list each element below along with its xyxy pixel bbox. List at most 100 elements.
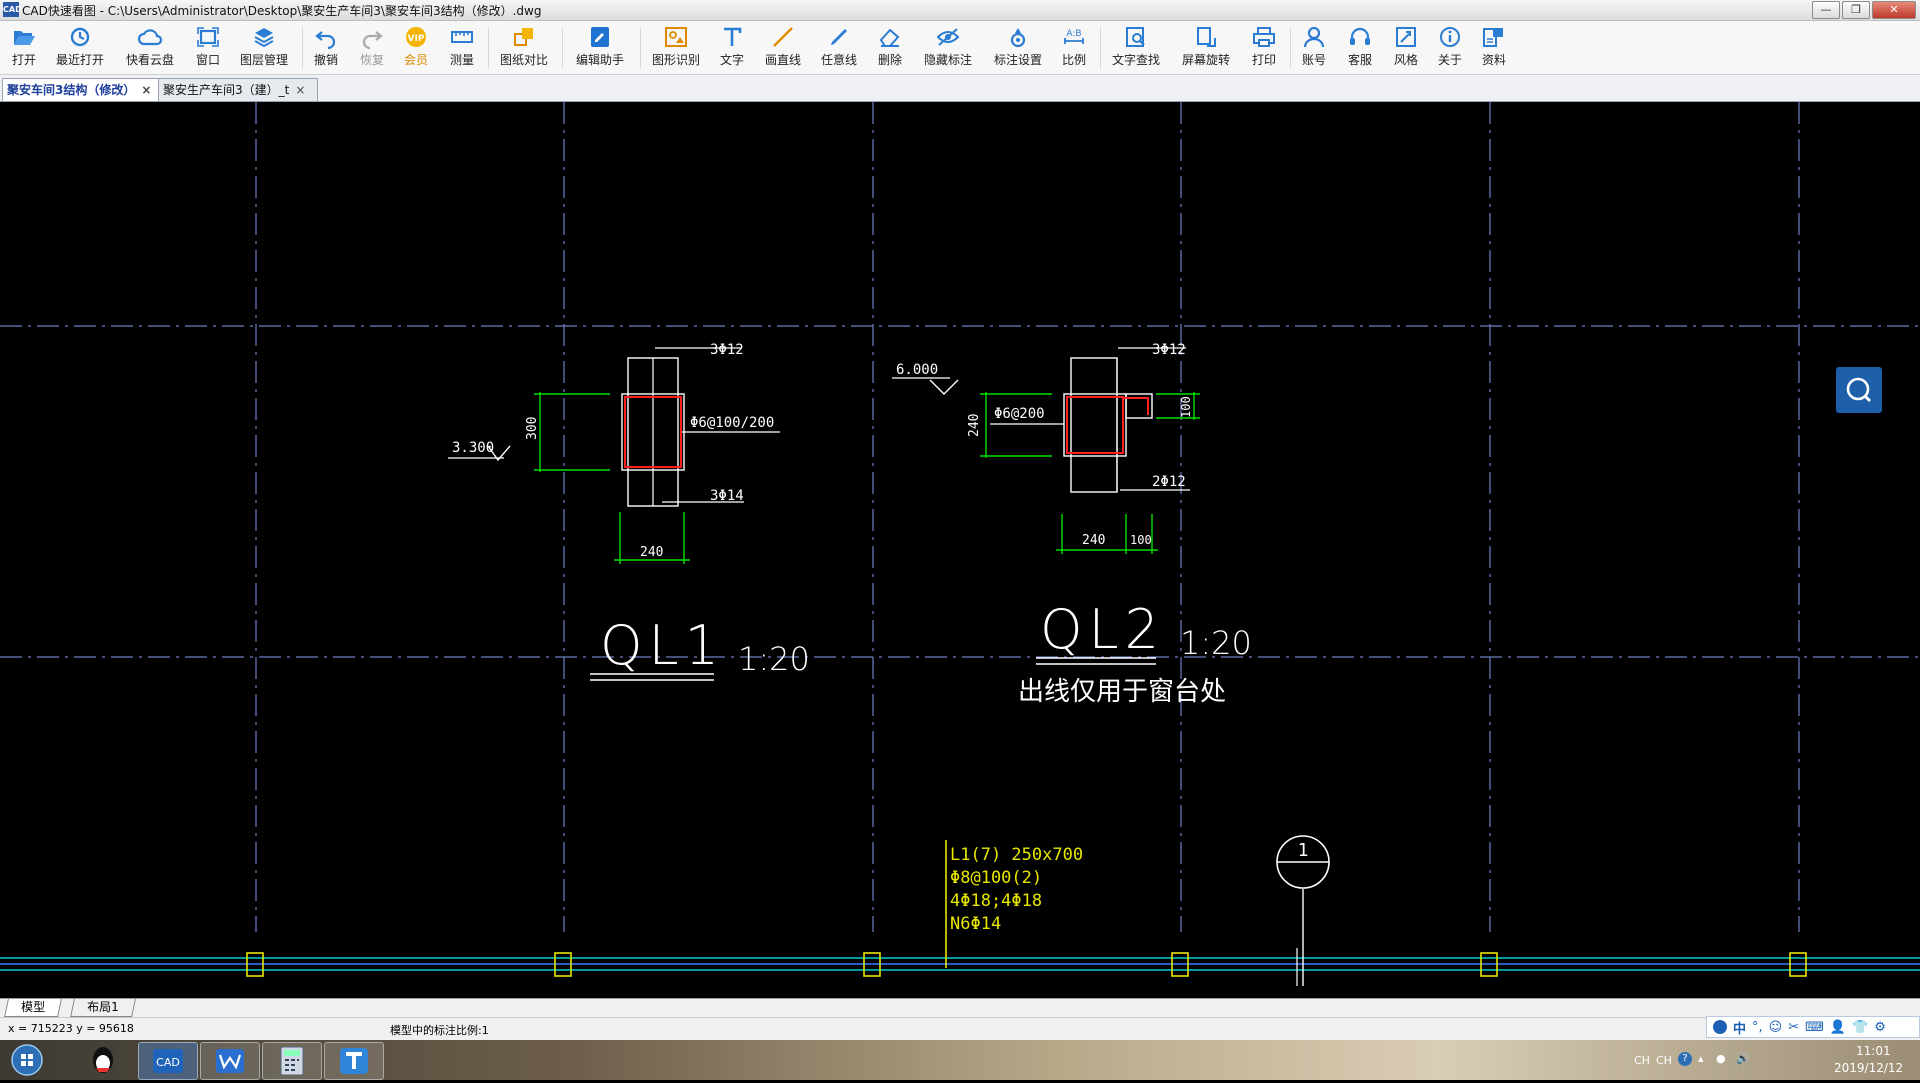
style-button[interactable]: 风格 xyxy=(1390,25,1422,71)
ime-skin-icon[interactable]: 👕 xyxy=(1852,1020,1868,1035)
beam-label-line: L1(7) 250x700 xyxy=(950,845,1083,865)
vip-icon: VIP xyxy=(406,27,426,47)
minimize-button[interactable]: — xyxy=(1812,1,1840,19)
delete-button[interactable]: 删除 xyxy=(874,25,906,71)
info-icon xyxy=(1440,27,1460,47)
axis-bubble-label: 1 xyxy=(1298,840,1309,861)
ime-chinese-mode[interactable]: 中 xyxy=(1733,1018,1746,1037)
shape-recognition-button[interactable]: 图形识别 xyxy=(648,25,704,71)
drawing-compare-button[interactable]: 图纸对比 xyxy=(496,25,552,71)
clock-time[interactable]: 11:01 xyxy=(1856,1044,1891,1058)
toolbar-separator xyxy=(640,27,641,69)
ime-punctuation-icon[interactable]: °, xyxy=(1752,1020,1763,1035)
help-icon[interactable]: ? xyxy=(1678,1052,1692,1066)
vip-button[interactable]: VIP 会员 xyxy=(400,25,432,71)
chevron-up-icon[interactable]: ▴ xyxy=(1698,1052,1704,1065)
draw-line-button[interactable]: 画直线 xyxy=(762,25,804,71)
rotate-screen-button[interactable]: 屏幕旋转 xyxy=(1178,25,1234,71)
tab-model[interactable]: 模型 xyxy=(4,999,62,1017)
app-logo-icon: CAD xyxy=(3,2,22,17)
beam-callout: L1(7) 250x700 Φ8@100(2) 4Φ18;4Φ18 N6Φ14 xyxy=(945,840,1083,968)
print-button[interactable]: 打印 xyxy=(1248,25,1280,71)
lang-indicator[interactable]: CH xyxy=(1656,1054,1672,1067)
redo-icon xyxy=(362,31,383,49)
close-button[interactable]: ✕ xyxy=(1872,1,1916,19)
tab-close-icon[interactable]: × xyxy=(141,83,151,97)
cursor-coordinates: x = 715223 y = 95618 xyxy=(8,1022,134,1035)
customer-service-button[interactable]: 客服 xyxy=(1344,25,1376,71)
ql1-top-rebar-label: 3Φ12 xyxy=(710,342,744,358)
toolbar-separator xyxy=(562,27,563,69)
ql2-ledge-width-dim: 100 xyxy=(1130,533,1152,547)
zoom-search-button[interactable] xyxy=(1836,367,1882,413)
ime-keyboard-icon[interactable]: ⌨ xyxy=(1805,1020,1824,1035)
tab-close-icon[interactable]: × xyxy=(295,83,305,97)
hide-annotation-icon xyxy=(936,28,960,46)
clock-date[interactable]: 2019/12/12 xyxy=(1834,1061,1903,1075)
taskbar-wps[interactable] xyxy=(200,1042,260,1080)
folder-open-icon xyxy=(14,31,35,45)
layers-icon xyxy=(254,28,274,48)
taskbar-calculator[interactable] xyxy=(262,1042,322,1080)
taskbar-qq[interactable] xyxy=(78,1042,128,1078)
cad-app-icon: CAD xyxy=(153,1049,183,1073)
library-button[interactable]: 资料 xyxy=(1478,25,1510,71)
ime-settings-icon[interactable]: ⚙ xyxy=(1874,1020,1886,1035)
window-button[interactable]: 窗口 xyxy=(192,25,224,71)
window-icon xyxy=(197,27,219,47)
qq-tray-icon[interactable]: ● xyxy=(1716,1052,1726,1065)
hide-annotation-button[interactable]: 隐藏标注 xyxy=(920,25,976,71)
measure-button[interactable]: 测量 xyxy=(446,25,478,71)
scale-button[interactable]: A:B 比例 xyxy=(1058,25,1090,71)
printer-icon xyxy=(1253,27,1275,47)
drawing-canvas[interactable]: 3Φ12 Φ6@100/200 3Φ14 3.300 300 240 QL1 1… xyxy=(0,102,1920,998)
tab-document[interactable]: 聚安生产车间3（建）_t × xyxy=(158,78,318,101)
tab-layout1[interactable]: 布局1 xyxy=(70,999,136,1017)
ime-user-icon[interactable]: 👤 xyxy=(1830,1020,1846,1035)
taskbar-tool[interactable] xyxy=(324,1042,384,1080)
layer-manager-button[interactable]: 图层管理 xyxy=(236,25,292,71)
redo-button[interactable]: 恢复 xyxy=(356,25,388,71)
ime-scissors-icon[interactable]: ✂ xyxy=(1788,1020,1799,1035)
compare-icon xyxy=(514,28,533,46)
ime-toolbar[interactable]: 中 °, ☺ ✂ ⌨ 👤 👕 ⚙ xyxy=(1706,1016,1920,1038)
system-tray: CH CH ? ▴ ● 🔊 11:01 2019/12/12 xyxy=(1620,1040,1920,1080)
volume-icon[interactable]: 🔊 xyxy=(1736,1052,1750,1065)
account-icon xyxy=(1303,26,1325,48)
ime-emoji-icon[interactable]: ☺ xyxy=(1769,1020,1783,1035)
cloud-icon xyxy=(137,29,163,46)
account-button[interactable]: 账号 xyxy=(1298,25,1330,71)
history-icon xyxy=(70,27,90,47)
annotation-settings-icon xyxy=(1010,28,1026,48)
cloud-drive-button[interactable]: 快看云盘 xyxy=(122,25,178,71)
ql1-bottom-rebar-label: 3Φ14 xyxy=(710,488,744,504)
toolbar-separator xyxy=(488,27,489,69)
text-search-button[interactable]: 文字查找 xyxy=(1108,25,1164,71)
calculator-icon xyxy=(280,1046,304,1076)
annotation-scale-status: 模型中的标注比例:1 xyxy=(390,1024,489,1037)
ql1-elevation-label: 3.300 xyxy=(452,440,494,456)
ql2-section: 3Φ12 Φ6@200 2Φ12 6.000 240 100 240 100 Q… xyxy=(892,342,1252,707)
recent-open-button[interactable]: 最近打开 xyxy=(52,25,108,71)
ql2-stirrup-label: Φ6@200 xyxy=(994,406,1045,422)
ruler-icon xyxy=(451,31,473,43)
freehand-line-button[interactable]: 任意线 xyxy=(818,25,860,71)
start-button[interactable] xyxy=(4,1042,50,1078)
maximize-button[interactable]: ❐ xyxy=(1842,1,1870,19)
beam-label-line: N6Φ14 xyxy=(950,914,1001,934)
taskbar-cad[interactable]: CAD xyxy=(138,1042,198,1080)
annotation-settings-button[interactable]: 标注设置 xyxy=(990,25,1046,71)
undo-button[interactable]: 撤销 xyxy=(310,25,342,71)
edit-assistant-button[interactable]: 编辑助手 xyxy=(570,25,630,71)
freehand-icon xyxy=(831,29,847,45)
tab-active-document[interactable]: 聚安车间3结构（修改） × xyxy=(2,78,162,101)
ql1-scale: 1:20 xyxy=(738,640,810,678)
text-button[interactable]: 文字 xyxy=(716,25,748,71)
toolbar-separator xyxy=(1100,27,1101,69)
ql2-top-rebar-label: 3Φ12 xyxy=(1152,342,1186,358)
toolbar-separator xyxy=(1290,27,1291,69)
open-button[interactable]: 打开 xyxy=(8,25,40,71)
about-button[interactable]: 关于 xyxy=(1434,25,1466,71)
lang-indicator[interactable]: CH xyxy=(1634,1054,1650,1067)
ime-logo-icon xyxy=(1713,1020,1727,1034)
